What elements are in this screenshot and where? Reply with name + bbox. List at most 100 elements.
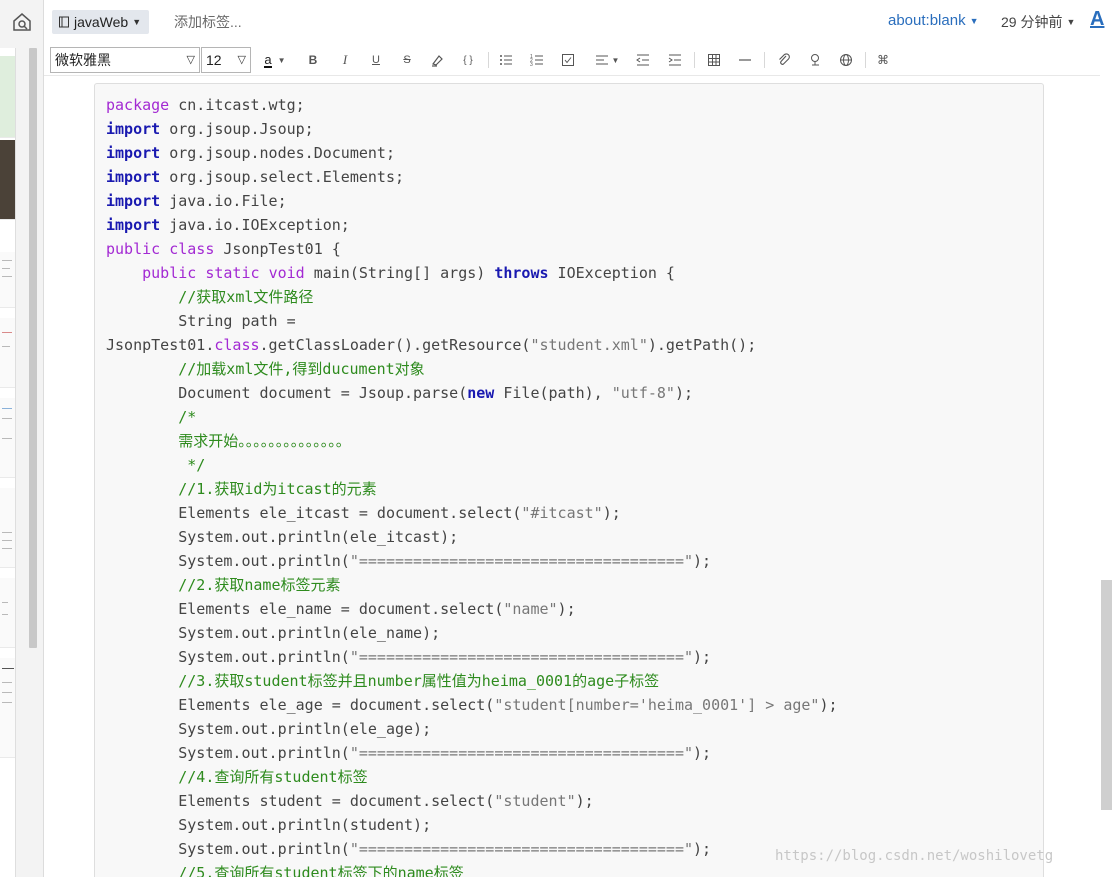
code-token: ); [693, 744, 712, 762]
code-token: import [106, 120, 161, 138]
code-token: import [106, 192, 161, 210]
chevron-down-icon: ▼ [277, 55, 286, 65]
clip-button[interactable] [804, 50, 826, 70]
watermark: https://blog.csdn.net/woshilovetg [775, 848, 1054, 864]
code-line: import org.jsoup.Jsoup; [106, 117, 838, 141]
note-thumbnail[interactable] [0, 488, 15, 568]
notebook-selector[interactable]: javaWeb ▼ [52, 10, 150, 34]
code-line: //4.查询所有student标签 [106, 765, 838, 789]
font-family-value: 微软雅黑 [55, 52, 111, 68]
table-button[interactable] [703, 50, 725, 70]
code-button[interactable]: { } [457, 50, 479, 70]
align-button[interactable]: ▼ [590, 50, 624, 70]
code-token: System.out.println(student); [106, 816, 432, 834]
code-token: cn.itcast.wtg; [169, 96, 305, 114]
code-token: //5.查询所有student标签下的name标签 [178, 864, 464, 877]
strikethrough-button[interactable]: S [396, 50, 418, 70]
code-token: //加载xml文件,得到ducument对象 [178, 360, 425, 378]
note-thumbnail[interactable] [0, 578, 15, 648]
globe-icon [840, 54, 852, 66]
left-scrollbar[interactable] [29, 48, 37, 648]
editor-scrollbar[interactable] [1100, 77, 1114, 877]
code-token: File(path), [494, 384, 612, 402]
note-thumbnail[interactable] [0, 658, 15, 758]
bullet-list-icon [500, 55, 512, 65]
code-token: Elements ele_age = document.select( [106, 696, 495, 714]
italic-button[interactable]: I [334, 50, 356, 70]
indent-icon [668, 54, 681, 66]
code-content[interactable]: package cn.itcast.wtg; import org.jsoup.J… [106, 93, 838, 877]
code-line: package cn.itcast.wtg; [106, 93, 838, 117]
numbered-list-button[interactable]: 123 [526, 50, 548, 70]
note-thumbnail-list[interactable] [0, 48, 16, 877]
code-line: //3.获取student标签并且number属性值为heima_0001的ag… [106, 669, 838, 693]
indent-button[interactable] [664, 50, 686, 70]
code-token: //4.查询所有student标签 [178, 768, 368, 786]
code-token: Elements ele_name = document.select( [106, 600, 504, 618]
code-token: main(String[] args) [304, 264, 495, 282]
note-editor[interactable]: package cn.itcast.wtg; import org.jsoup.J… [44, 77, 1100, 877]
code-token: java.io.File; [160, 192, 287, 210]
checkbox-icon [562, 54, 574, 66]
horizontal-rule-button[interactable] [734, 50, 756, 70]
code-line: //获取xml文件路径 [106, 285, 838, 309]
text-color-button[interactable]: a ▼ [258, 50, 292, 70]
code-token: "student" [494, 792, 576, 810]
code-token: "student[number='heima_0001'] > age" [494, 696, 820, 714]
font-family-select[interactable]: 微软雅黑 ▽ [50, 47, 200, 73]
modified-time[interactable]: 29 分钟前 ▼ [1001, 12, 1075, 32]
code-token: ); [819, 696, 838, 714]
note-thumbnail[interactable] [0, 252, 15, 308]
attachment-button[interactable] [773, 50, 795, 70]
code-line: System.out.println("====================… [106, 837, 838, 861]
link-button[interactable] [835, 50, 857, 70]
note-thumbnail[interactable] [0, 318, 15, 388]
code-line: public class JsonpTest01 { [106, 237, 838, 261]
code-token: org.jsoup.Jsoup; [160, 120, 314, 138]
highlighter-icon [432, 55, 443, 67]
text-color-icon: a [264, 51, 272, 68]
source-url-link[interactable]: about:blank ▼ [888, 12, 979, 29]
code-token: org.jsoup.nodes.Document; [160, 144, 395, 162]
code-token: "student.xml" [530, 336, 648, 354]
code-line: Elements student = document.select("stud… [106, 789, 838, 813]
outdent-icon [636, 54, 649, 66]
horizontal-rule-icon [739, 59, 751, 61]
code-token: //2.获取name标签元素 [178, 576, 341, 594]
code-token: ); [557, 600, 576, 618]
checkbox-button[interactable] [557, 50, 579, 70]
code-line: import org.jsoup.nodes.Document; [106, 141, 838, 165]
note-thumbnail[interactable] [0, 140, 15, 220]
toolbar-divider [694, 52, 695, 68]
command-button[interactable]: ⌘ [872, 50, 894, 70]
add-tag-input[interactable]: 添加标签... [174, 12, 242, 32]
code-token: package [106, 96, 170, 114]
code-token: java.io.IOException; [160, 216, 350, 234]
note-thumbnail[interactable] [0, 56, 15, 138]
font-style-button[interactable]: A [1090, 8, 1108, 32]
code-token: System.out.println(ele_age); [106, 720, 432, 738]
code-line: //2.获取name标签元素 [106, 573, 838, 597]
code-token: JsonpTest01. [106, 336, 215, 354]
underline-button[interactable]: U [365, 50, 387, 70]
code-token: new [467, 384, 495, 402]
editor-scrollbar-thumb[interactable] [1101, 580, 1112, 810]
chevron-down-icon: ▼ [132, 17, 142, 27]
bold-button[interactable]: B [302, 50, 324, 70]
code-token: public [142, 264, 197, 282]
code-line: Elements ele_itcast = document.select("#… [106, 501, 838, 525]
code-token: .getClassLoader().getResource( [259, 336, 531, 354]
search-icon[interactable] [12, 12, 32, 32]
font-size-select[interactable]: 12 ▽ [201, 47, 251, 73]
note-thumbnail[interactable] [0, 398, 15, 478]
highlight-button[interactable] [426, 50, 448, 70]
code-line: /* [106, 405, 838, 429]
bullet-list-button[interactable] [495, 50, 517, 70]
chevron-down-icon: ▽ [237, 54, 246, 66]
outdent-button[interactable] [632, 50, 654, 70]
